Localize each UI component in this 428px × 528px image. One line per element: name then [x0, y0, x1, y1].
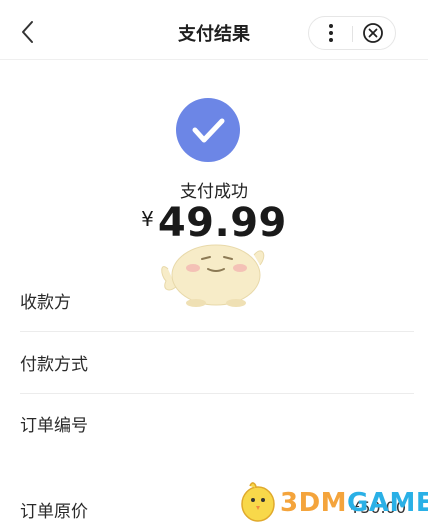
watermark: 3DMGAME: [234, 476, 428, 526]
chick-logo-icon: [241, 482, 275, 522]
original-price-label: 订单原价: [20, 502, 88, 522]
order-number-label: 订单编号: [20, 416, 88, 436]
watermark-text: 3DMGAME: [280, 488, 428, 518]
navigation-bar: 支付结果: [0, 0, 428, 60]
payment-method-label: 付款方式: [20, 355, 88, 375]
more-vertical-icon[interactable]: [309, 17, 352, 49]
close-circle-icon[interactable]: [354, 17, 396, 49]
detail-row-order-number: 订单编号: [0, 393, 428, 455]
watermark-text-suffix: GAME: [347, 488, 428, 518]
detail-row-payment-method: 付款方式: [0, 332, 428, 394]
payee-label: 收款方: [20, 293, 71, 313]
currency-symbol: ¥: [141, 207, 154, 231]
watermark-text-prefix: 3DM: [280, 488, 348, 518]
mini-program-capsule: [308, 16, 396, 50]
payment-status: 支付成功: [180, 182, 248, 202]
detail-row-payee: 收款方: [0, 270, 428, 332]
check-circle-icon: [176, 98, 240, 162]
capsule-divider: [352, 26, 353, 42]
